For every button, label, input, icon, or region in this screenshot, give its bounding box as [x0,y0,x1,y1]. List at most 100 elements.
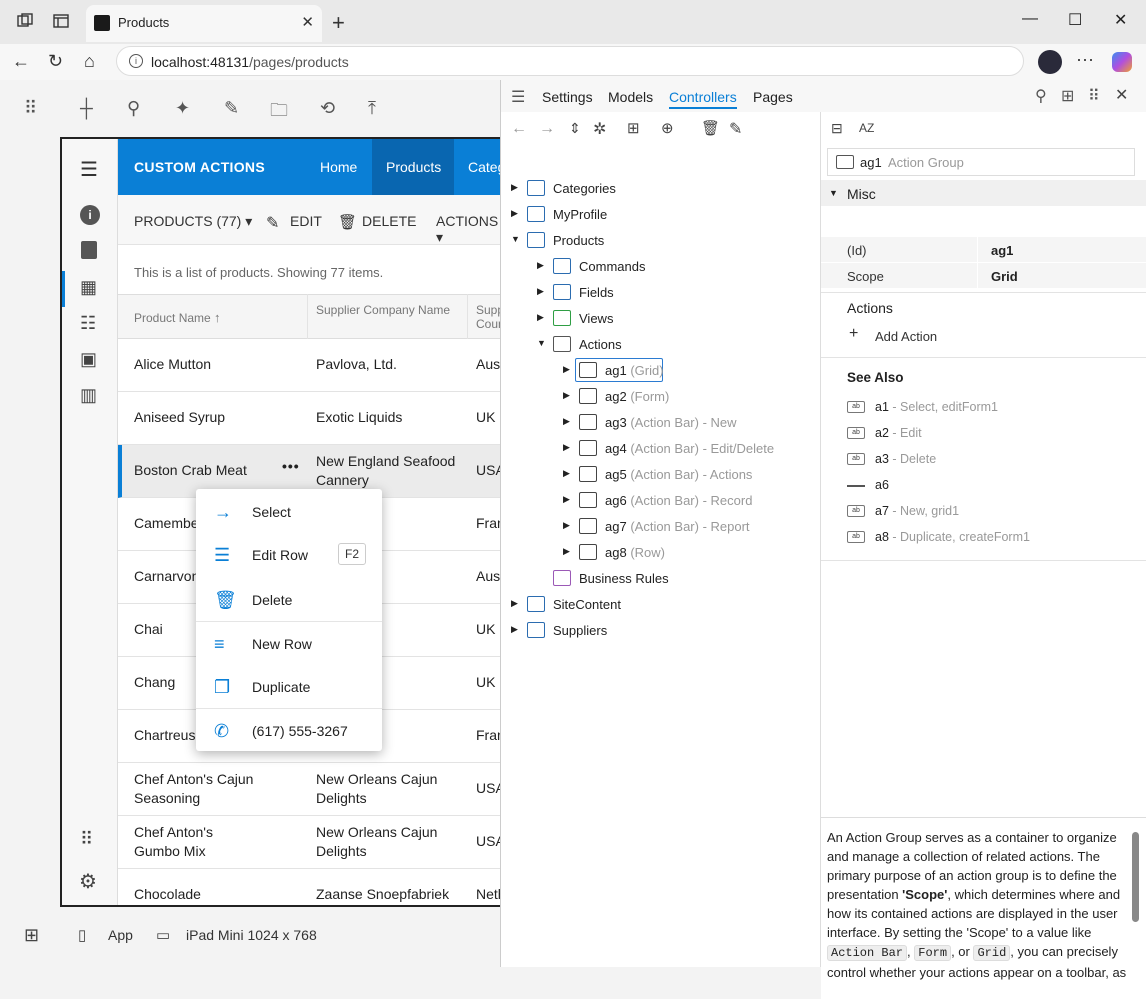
tree-node[interactable]: ▶ Categories [511,176,811,202]
tree-node[interactable]: ▶ ag5 (Action Bar) - Actions [563,462,863,488]
sparkle-icon[interactable]: ✦ [175,98,190,119]
col-supplier[interactable]: Supplier Company Name [316,303,450,317]
tree-node[interactable]: Business Rules [537,566,837,592]
add-child-icon[interactable]: ⊕ [661,119,674,137]
expand-arrow-icon[interactable]: ▶ [563,442,570,453]
delete-button[interactable]: DELETE [362,213,416,229]
see-also-item[interactable]: ab a7 - New, grid1 [847,501,1137,523]
tree-node[interactable]: ▼ Actions [537,332,837,358]
menu-item-duplicate[interactable]: ❐ Duplicate [196,667,382,707]
copy-doc-icon[interactable] [81,241,97,259]
tree-node[interactable]: ▶ ag3 (Action Bar) - New [563,410,863,436]
app-brand[interactable]: CUSTOM ACTIONS [134,159,265,175]
expand-arrow-icon[interactable]: ▼ [511,234,520,244]
expand-arrow-icon[interactable]: ▶ [563,416,570,427]
table-row[interactable]: Chocolade Zaanse Snoepfabriek Neth [118,869,500,905]
see-also-item[interactable]: ab a3 - Delete [847,449,1137,471]
prop-row-id[interactable]: (Id) ag1 [821,237,1146,263]
categorized-icon[interactable]: ⊟ [831,120,843,137]
new-tab-icon[interactable]: + [332,10,345,36]
add-action-link[interactable]: Add Action [875,329,937,344]
add-item-icon[interactable]: ⊞ [627,119,640,137]
edit-button[interactable]: EDIT [290,213,322,229]
back-icon[interactable]: ← [12,51,30,72]
tab-actions-icon[interactable] [52,12,72,32]
layout-grid-icon[interactable]: ⊞ [24,925,39,946]
info-icon[interactable]: i [80,205,100,225]
tree-node[interactable]: ▶ ag4 (Action Bar) - Edit/Delete [563,436,863,462]
maximize-icon[interactable]: ☐ [1068,10,1082,30]
filter-sliders-icon[interactable]: ☰ [511,87,525,107]
apps-grid-icon[interactable]: ⠿ [24,98,37,119]
delete-icon[interactable]: 🗑 [701,119,720,137]
collapse-icon[interactable]: ⇕ [569,120,581,137]
more-menu-icon[interactable]: ··· [1076,49,1094,70]
hierarchy-icon[interactable]: ✲ [593,119,606,139]
search-icon[interactable]: ⚲ [1035,86,1047,106]
workspaces-icon[interactable] [16,12,36,32]
table-row[interactable]: Chef Anton's Cajun Seasoning New Orleans … [118,763,500,816]
tree-node[interactable]: ▶ Views [537,306,837,332]
tree-node[interactable]: ▶ SiteContent [511,592,811,618]
forward-icon[interactable]: → [539,120,555,138]
profile-avatar[interactable] [1038,50,1062,74]
back-icon[interactable]: ← [511,120,527,138]
list-view-icon[interactable]: ☷ [80,313,96,334]
tree-node[interactable]: ▶ Suppliers [511,618,811,644]
url-bar[interactable]: i localhost:48131/pages/products [116,46,1024,76]
products-dropdown[interactable]: PRODUCTS (77) ▾ [134,213,252,230]
expand-arrow-icon[interactable]: ▶ [537,312,544,323]
sort-az-icon[interactable]: AZ [859,121,874,135]
app-mode-label[interactable]: App [108,927,133,943]
see-also-item[interactable]: ab a1 - Select, editForm1 [847,397,1137,419]
expand-arrow-icon[interactable]: ▶ [563,468,570,479]
tree-node[interactable]: ▶ ag8 (Row) [563,540,863,566]
menu-item-new-row[interactable]: ≡ New Row [196,624,382,664]
misc-category[interactable]: ▼ Misc [821,180,1146,206]
table-row[interactable]: Alice Mutton Pavlova, Ltd. Aust [118,339,500,392]
help-scrollbar[interactable] [1132,832,1139,922]
tree-node[interactable]: ▶ ag2 (Form) [563,384,863,410]
rename-icon[interactable]: ✎ [729,119,742,139]
close-window-icon[interactable]: ✕ [1114,10,1127,30]
row-more-icon[interactable]: ••• [282,457,300,476]
copilot-icon[interactable] [1112,52,1132,72]
publish-icon[interactable]: ⤒ [368,98,376,119]
see-also-item[interactable]: a6 [847,475,1137,497]
inspect-crosshair-icon[interactable]: ┼ [80,98,93,119]
close-tab-icon[interactable]: ✕ [301,13,314,31]
tab-pages[interactable]: Pages [753,89,793,105]
tab-controllers[interactable]: Controllers [669,89,737,109]
see-also-item[interactable]: ab a2 - Edit [847,423,1137,445]
hamburger-menu-icon[interactable]: ☰ [80,157,98,182]
cards-view-icon[interactable]: ▣ [80,349,97,370]
expand-arrow-icon[interactable]: ▶ [511,182,518,193]
close-panel-icon[interactable]: ✕ [1115,85,1128,105]
tree-node[interactable]: ▶ MyProfile [511,202,811,228]
selected-node-field[interactable]: ag1 Action Group [827,148,1135,176]
tab-models[interactable]: Models [608,89,653,105]
col-product-name[interactable]: Product Name ↑ [134,310,221,325]
table-icon[interactable]: ⊞ [1061,86,1074,106]
expand-arrow-icon[interactable]: ▶ [511,208,518,219]
tree-node[interactable]: ▼ Products [511,228,811,254]
menu-item-edit-row[interactable]: ☰ Edit Row F2 [196,535,382,575]
nav-categories[interactable]: Categ [468,159,500,175]
nav-home[interactable]: Home [320,159,357,175]
table-row[interactable]: Chef Anton's Gumbo Mix New Orleans Cajun … [118,816,500,869]
tree-node[interactable]: ▶ ag6 (Action Bar) - Record [563,488,863,514]
edit-list-icon[interactable]: ✎ [224,98,239,119]
device-label[interactable]: iPad Mini 1024 x 768 [186,927,317,943]
menu-item-phone[interactable]: ✆ (617) 555-3267 [196,711,382,751]
expand-arrow-icon[interactable]: ▶ [537,260,544,271]
tree-node[interactable]: ▶ Fields [537,280,837,306]
chart-view-icon[interactable]: ▥ [80,385,97,406]
table-row[interactable]: Aniseed Syrup Exotic Liquids UK [118,392,500,445]
refresh-icon[interactable]: ↻ [48,51,63,72]
actions-dropdown[interactable]: ACTIONS ▾ [436,213,500,246]
sync-icon[interactable]: ⟲ [320,98,335,119]
settings-gear-icon[interactable]: ⚙ [79,869,97,894]
home-icon[interactable]: ⌂ [84,51,95,72]
expand-arrow-icon[interactable]: ▶ [563,364,570,375]
apps-icon[interactable]: ⠿ [80,829,93,850]
